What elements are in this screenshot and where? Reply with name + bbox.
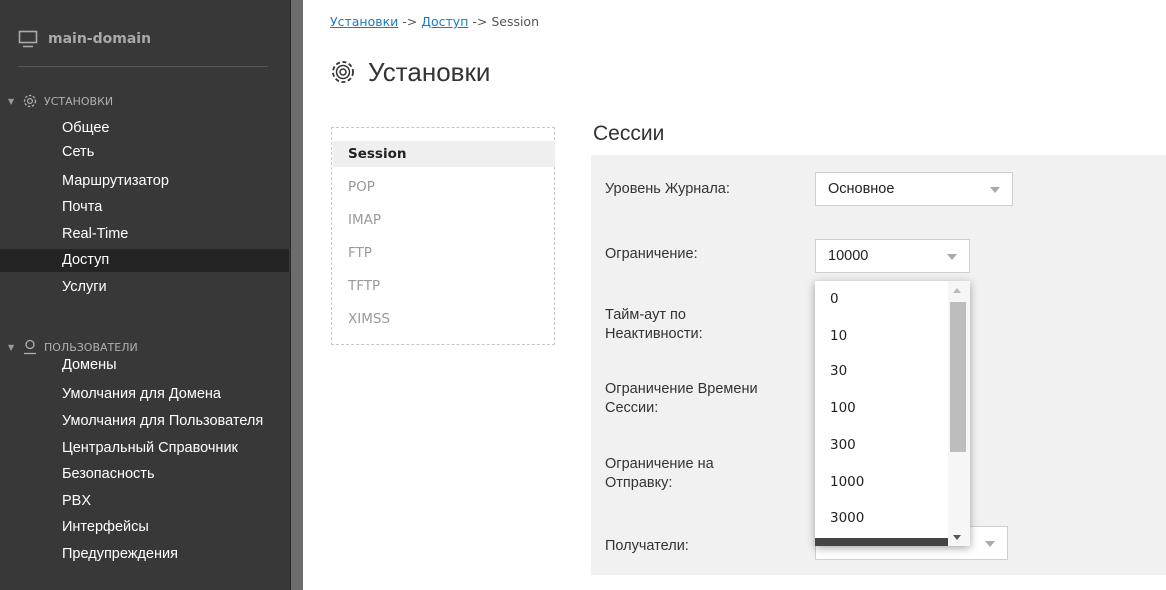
- page-title-text: Установки: [368, 56, 491, 87]
- sidebar-item-network[interactable]: Сеть: [0, 141, 289, 164]
- dropdown-scrollbar-thumb[interactable]: [950, 302, 966, 452]
- sidebar: main-domain ▼ УСТАНОВКИ Общее Сеть Маршр…: [0, 0, 290, 590]
- chevron-down-icon: [985, 541, 995, 547]
- gear-icon: [23, 94, 37, 108]
- sidebar-item-access[interactable]: Доступ: [0, 249, 289, 272]
- collapse-triangle-icon: ▼: [8, 96, 15, 106]
- user-icon: [24, 339, 36, 355]
- sidebar-item-services[interactable]: Услуги: [0, 276, 289, 299]
- breadcrumb-link-access[interactable]: Доступ: [421, 14, 468, 29]
- tab-imap[interactable]: IMAP: [333, 207, 555, 233]
- sidebar-item-pbx[interactable]: PBX: [0, 490, 289, 513]
- tab-pop[interactable]: POP: [333, 174, 555, 200]
- sidebar-item-general[interactable]: Общее: [0, 117, 289, 140]
- tab-tftp[interactable]: TFTP: [333, 273, 555, 299]
- chevron-down-icon: [990, 187, 1000, 193]
- log-level-value: Основное: [828, 181, 895, 197]
- breadcrumb-separator: ->: [468, 14, 492, 29]
- dropdown-option[interactable]: 3000: [815, 500, 948, 536]
- scroll-up-arrow-icon[interactable]: [953, 288, 961, 293]
- page-title: Установки: [330, 55, 490, 89]
- session-time-label-line: Ограничение Времени: [605, 381, 758, 397]
- sidebar-item-user-defaults[interactable]: Умолчания для Пользователя: [0, 410, 289, 433]
- tab-ftp[interactable]: FTP: [333, 240, 555, 266]
- sidebar-item-mail[interactable]: Почта: [0, 196, 289, 219]
- log-level-select[interactable]: Основное: [815, 172, 1013, 206]
- section-title: Сессии: [593, 122, 665, 145]
- dropdown-option[interactable]: 30: [815, 353, 948, 389]
- sidebar-resize-handle[interactable]: [290, 0, 303, 590]
- send-limit-label: Ограничение на Отправку:: [605, 455, 714, 493]
- send-limit-label-line: Отправку:: [605, 475, 673, 491]
- sidebar-divider: [18, 66, 268, 67]
- dropdown-option[interactable]: 1000: [815, 464, 948, 500]
- gear-icon: [332, 61, 354, 83]
- sidebar-item-router[interactable]: Маршрутизатор: [0, 170, 289, 193]
- dropdown-overflow-edge: [815, 538, 948, 546]
- scroll-down-arrow-icon[interactable]: [953, 535, 961, 540]
- settings-tabs: Session POP IMAP FTP TFTP XIMSS: [331, 127, 555, 345]
- sidebar-item-interfaces[interactable]: Интерфейсы: [0, 516, 289, 539]
- send-limit-label-line: Ограничение на: [605, 456, 714, 472]
- dropdown-option[interactable]: 0: [815, 281, 948, 317]
- dropdown-option[interactable]: 300: [815, 427, 948, 463]
- idle-timeout-label-line: Тайм-аут по: [605, 307, 686, 323]
- sidebar-item-directory[interactable]: Центральный Справочник: [0, 437, 289, 460]
- sidebar-item-domain-defaults[interactable]: Умолчания для Домена: [0, 383, 289, 406]
- tab-session[interactable]: Session: [333, 141, 555, 167]
- dropdown-option[interactable]: 10: [815, 318, 948, 354]
- chevron-down-icon: [947, 254, 957, 260]
- breadcrumb-current: Session: [491, 14, 540, 29]
- breadcrumb-separator: ->: [398, 14, 422, 29]
- domain-header[interactable]: main-domain: [18, 28, 151, 50]
- section-settings[interactable]: ▼ УСТАНОВКИ: [8, 92, 113, 110]
- recipients-label: Получатели:: [605, 538, 689, 554]
- domain-name: main-domain: [48, 31, 152, 47]
- tab-ximss[interactable]: XIMSS: [333, 306, 555, 332]
- breadcrumb-link-settings[interactable]: Установки: [330, 14, 398, 29]
- limit-dropdown-list[interactable]: 0 10 30 100 300 1000 3000: [815, 281, 970, 546]
- limit-label: Ограничение:: [605, 246, 698, 262]
- section-settings-label: УСТАНОВКИ: [44, 94, 114, 108]
- session-time-label: Ограничение Времени Сессии:: [605, 380, 758, 418]
- log-level-label: Уровень Журнала:: [605, 181, 730, 197]
- collapse-triangle-icon: ▼: [8, 342, 15, 352]
- dropdown-option[interactable]: 100: [815, 390, 948, 426]
- monitor-icon: [18, 30, 38, 48]
- sidebar-item-alerts[interactable]: Предупреждения: [0, 543, 289, 566]
- sidebar-item-security[interactable]: Безопасность: [0, 463, 289, 486]
- idle-timeout-label: Тайм-аут по Неактивности:: [605, 306, 703, 344]
- session-time-label-line: Сессии:: [605, 400, 659, 416]
- idle-timeout-label-line: Неактивности:: [605, 326, 703, 342]
- sidebar-item-domains[interactable]: Домены: [0, 354, 289, 377]
- section-users-label: ПОЛЬЗОВАТЕЛИ: [44, 340, 138, 354]
- limit-value: 10000: [828, 248, 869, 264]
- breadcrumb: Установки -> Доступ -> Session: [330, 14, 539, 29]
- sidebar-item-realtime[interactable]: Real-Time: [0, 223, 289, 246]
- limit-select[interactable]: 10000: [815, 239, 970, 273]
